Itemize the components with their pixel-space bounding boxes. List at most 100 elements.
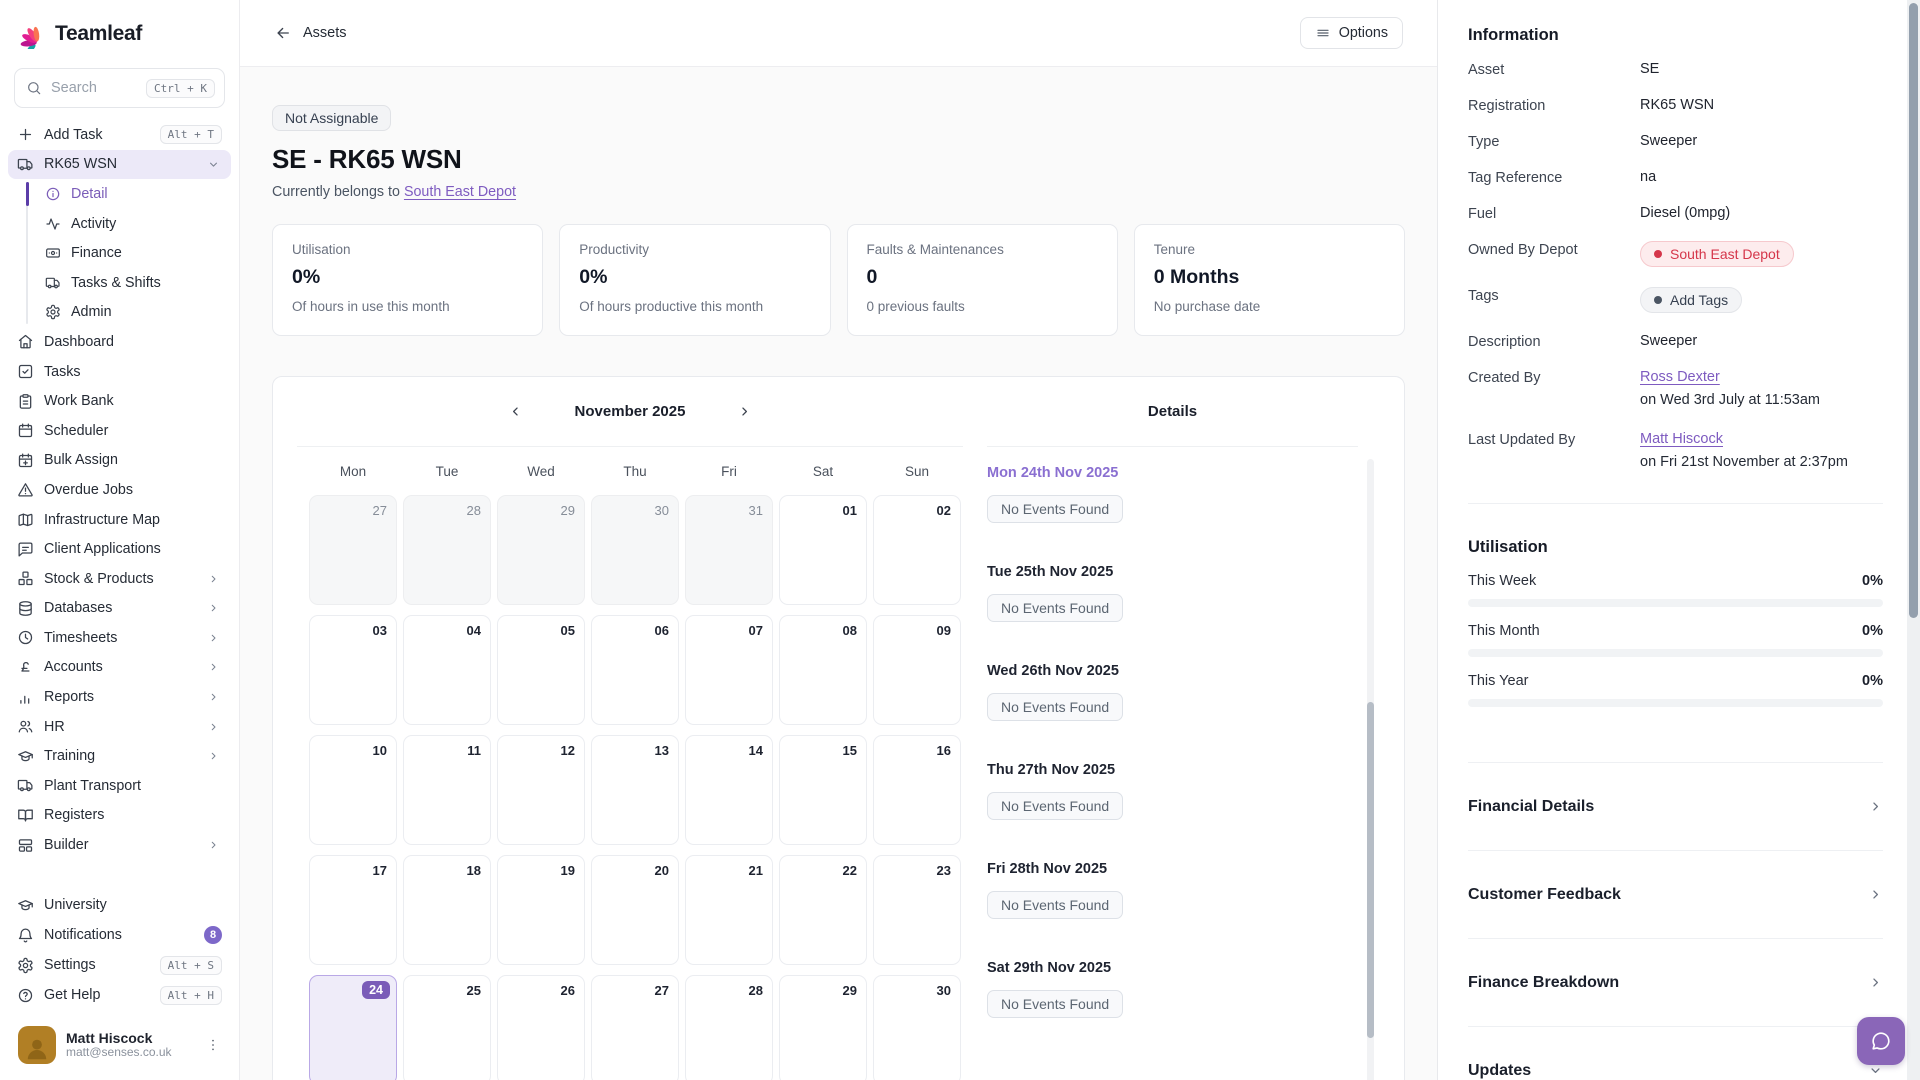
back-button[interactable]: Assets [274,24,347,42]
calendar-day-07[interactable]: 07 [685,615,773,725]
sidebar-subitem-tasks-shifts[interactable]: Tasks & Shifts [26,268,231,298]
sidebar-item-work-bank[interactable]: Work Bank [8,386,231,416]
sidebar-item-training[interactable]: Training [8,741,231,771]
sidebar-item-plant-transport[interactable]: Plant Transport [8,771,231,801]
sidebar-item-add-task[interactable]: Add TaskAlt + T [8,120,231,150]
calendar-day-18[interactable]: 18 [403,855,491,965]
search-input[interactable]: Search Ctrl + K [14,68,225,108]
sidebar-item-timesheets[interactable]: Timesheets [8,623,231,653]
sidebar-item-registers[interactable]: Registers [8,801,231,831]
calendar-day-29[interactable]: 29 [779,975,867,1080]
chat-button[interactable] [1857,1017,1905,1065]
sidebar-item-builder[interactable]: Builder [8,830,231,860]
window-scrollbar-thumb[interactable] [1909,3,1918,618]
sidebar-subitem-detail[interactable]: Detail [26,179,231,209]
sidebar-item-get-help[interactable]: Get HelpAlt + H [8,980,231,1010]
calendar-day-17[interactable]: 17 [309,855,397,965]
calendar-day-25[interactable]: 25 [403,975,491,1080]
calendar-day-24[interactable]: 24 [309,975,397,1080]
no-events-badge: No Events Found [987,495,1123,523]
calendar-day-22[interactable]: 22 [779,855,867,965]
calendar-day-20[interactable]: 20 [591,855,679,965]
calendar-day-19[interactable]: 19 [497,855,585,965]
day-number: 15 [843,743,857,758]
sidebar-item-scheduler[interactable]: Scheduler [8,416,231,446]
sidebar-subnav: DetailActivityFinanceTasks & ShiftsAdmin [26,179,231,327]
calendar-day-28[interactable]: 28 [685,975,773,1080]
calendar-day-10[interactable]: 10 [309,735,397,845]
calendar-day-08[interactable]: 08 [779,615,867,725]
sidebar-item-notifications[interactable]: Notifications8 [8,920,231,950]
calendar-day-30[interactable]: 30 [873,975,961,1080]
calendar-next-button[interactable] [737,404,752,419]
add-tags-pill[interactable]: Add Tags [1640,287,1742,313]
calendar-day-29-prev[interactable]: 29 [497,495,585,605]
section-customer-feedback[interactable]: Customer Feedback [1468,850,1883,938]
chevron-right-icon [1868,799,1883,814]
calendar-day-14[interactable]: 14 [685,735,773,845]
sidebar-item-bulk-assign[interactable]: Bulk Assign [8,446,231,476]
calendar-day-27[interactable]: 27 [591,975,679,1080]
options-button[interactable]: Options [1300,17,1403,49]
depot-link[interactable]: South East Depot [404,184,516,200]
calendar-prev-button[interactable] [508,404,523,419]
sidebar-item-stock-products[interactable]: Stock & Products [8,564,231,594]
calendar-day-21[interactable]: 21 [685,855,773,965]
sidebar-subitem-finance[interactable]: Finance [26,238,231,268]
calendar-day-11[interactable]: 11 [403,735,491,845]
sidebar-item-accounts[interactable]: Accounts [8,653,231,683]
section-label: Finance Breakdown [1468,974,1619,992]
matt-hiscock-link[interactable]: Matt Hiscock [1640,431,1723,447]
sidebar-item-infrastructure-map[interactable]: Infrastructure Map [8,505,231,535]
calendar-day-06[interactable]: 06 [591,615,679,725]
user-email: matt@senses.co.uk [66,1046,195,1060]
sidebar-item-databases[interactable]: Databases [8,594,231,624]
calendar-day-13[interactable]: 13 [591,735,679,845]
ross-dexter-link[interactable]: Ross Dexter [1640,369,1720,385]
day-number: 14 [749,743,763,758]
calendar-day-28-prev[interactable]: 28 [403,495,491,605]
calendar-day-16[interactable]: 16 [873,735,961,845]
calendar-day-30-prev[interactable]: 30 [591,495,679,605]
day-header-sat: Sat [779,464,867,479]
calendar-day-26[interactable]: 26 [497,975,585,1080]
calendar-day-04[interactable]: 04 [403,615,491,725]
calendar-day-01[interactable]: 01 [779,495,867,605]
sidebar-item-settings[interactable]: SettingsAlt + S [8,950,231,980]
sidebar-item-rk65-wsn[interactable]: RK65 WSN [8,150,231,180]
sidebar-subitem-admin[interactable]: Admin [26,298,231,328]
kebab-menu-icon[interactable] [205,1037,221,1053]
sidebar-item-label: Notifications [44,927,122,943]
sidebar-item-client-applications[interactable]: Client Applications [8,534,231,564]
calendar-day-15[interactable]: 15 [779,735,867,845]
details-scrollbar[interactable] [1367,459,1374,1080]
sidebar-item-hr[interactable]: HR [8,712,231,742]
calendar-day-09[interactable]: 09 [873,615,961,725]
calendar-day-03[interactable]: 03 [309,615,397,725]
sidebar-item-overdue-jobs[interactable]: Overdue Jobs [8,475,231,505]
section-financial-details[interactable]: Financial Details [1468,762,1883,850]
sidebar-item-university[interactable]: University [8,890,231,920]
south-east-depot-pill[interactable]: South East Depot [1640,241,1794,267]
check-square-icon [17,363,34,380]
section-updates[interactable]: Updates [1468,1026,1883,1080]
calendar-day-27-prev[interactable]: 27 [309,495,397,605]
sidebar-item-reports[interactable]: Reports [8,682,231,712]
sidebar-item-dashboard[interactable]: Dashboard [8,327,231,357]
info-row-value: Sweeper [1640,133,1697,149]
window-scrollbar[interactable] [1907,0,1920,1080]
day-number: 11 [467,743,481,758]
day-number: 09 [937,623,951,638]
stats-row: Utilisation0%Of hours in use this monthP… [272,224,1405,336]
section-finance-breakdown[interactable]: Finance Breakdown [1468,938,1883,1026]
calendar-day-05[interactable]: 05 [497,615,585,725]
calendar-day-12[interactable]: 12 [497,735,585,845]
sidebar-item-tasks[interactable]: Tasks [8,357,231,387]
calendar-day-23[interactable]: 23 [873,855,961,965]
sidebar-subitem-activity[interactable]: Activity [26,209,231,239]
details-scrollbar-thumb[interactable] [1367,702,1374,1038]
pill-label: South East Depot [1670,246,1780,262]
calendar-day-02[interactable]: 02 [873,495,961,605]
calendar-day-31-prev[interactable]: 31 [685,495,773,605]
user-card[interactable]: Matt Hiscock matt@senses.co.uk [12,1022,227,1068]
